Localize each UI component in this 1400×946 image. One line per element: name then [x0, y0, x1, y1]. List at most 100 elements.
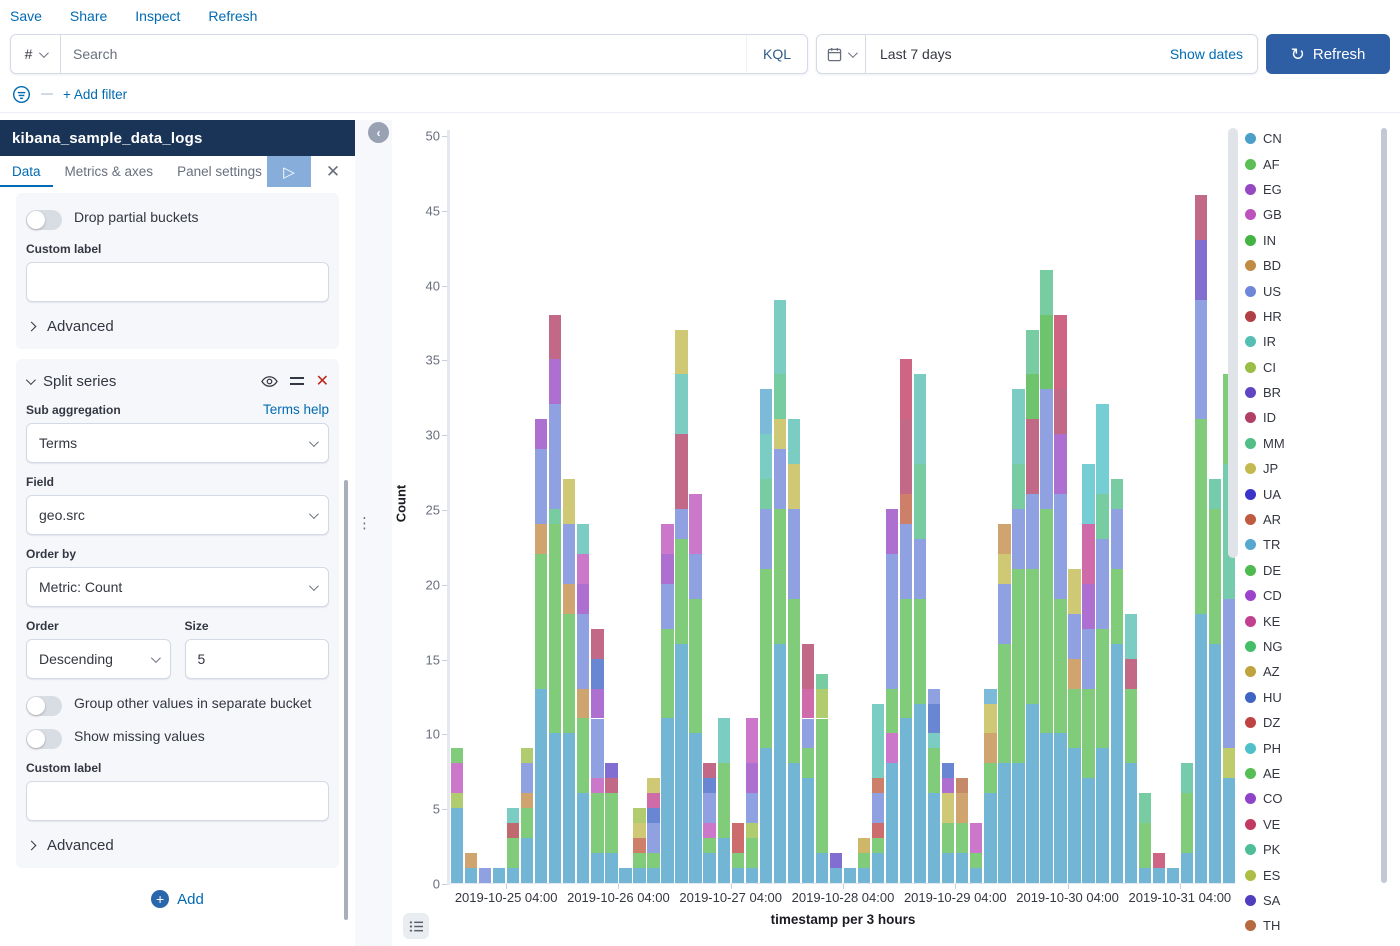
bar-segment-CN[interactable]	[914, 704, 926, 884]
bar-segment-US[interactable]	[591, 719, 603, 779]
bar-segment-CN[interactable]	[521, 838, 533, 883]
bar-segment-US[interactable]	[746, 793, 758, 823]
bar-segment-US[interactable]	[886, 554, 898, 689]
bar-segment-CN[interactable]	[774, 644, 786, 883]
bar-segment-CN[interactable]	[1167, 868, 1179, 883]
group-other-toggle[interactable]	[26, 696, 62, 716]
bar-segment-MM[interactable]	[1012, 464, 1024, 509]
bar-segment-CN[interactable]	[844, 868, 856, 883]
kql-button[interactable]: KQL	[746, 35, 807, 73]
bar-segment-CN[interactable]	[1040, 733, 1052, 883]
tab-panel-settings[interactable]: Panel settings	[165, 156, 274, 187]
bar-segment-CN[interactable]	[900, 718, 912, 883]
bar-segment-PK[interactable]	[1209, 479, 1221, 509]
bar-segment-IR[interactable]	[788, 419, 800, 464]
bar-segment-CN[interactable]	[816, 853, 828, 883]
bar-segment-AF[interactable]	[774, 509, 786, 644]
bar-segment-BR[interactable]	[830, 853, 842, 868]
bar-segment-GB[interactable]	[577, 554, 589, 584]
bar-segment-CN[interactable]	[1054, 733, 1066, 883]
bar-segment-ID[interactable]	[1195, 195, 1207, 240]
bar-segment-US[interactable]	[577, 614, 589, 689]
bar-segment-US[interactable]	[521, 763, 533, 793]
bar-segment-US[interactable]	[900, 524, 912, 599]
bar-segment-CN[interactable]	[661, 718, 673, 883]
tab-metrics-axes[interactable]: Metrics & axes	[53, 156, 166, 187]
bar-segment-HU[interactable]	[928, 704, 940, 734]
legend-item-IN[interactable]: IN	[1240, 228, 1400, 253]
bar-segment-AF[interactable]	[1012, 569, 1024, 764]
legend-item-AF[interactable]: AF	[1240, 151, 1400, 176]
bar-segment-CN[interactable]	[1223, 778, 1235, 883]
bar-segment-CN[interactable]	[1068, 748, 1080, 883]
bar-segment-US[interactable]	[703, 793, 715, 823]
bar-segment-ID[interactable]	[605, 778, 617, 793]
bar-segment-IN[interactable]	[1040, 315, 1052, 390]
bar-segment-AF[interactable]	[746, 838, 758, 868]
bar-segment-JP[interactable]	[998, 554, 1010, 584]
legend-item-AR[interactable]: AR	[1240, 507, 1400, 532]
bar-segment-US[interactable]	[1223, 599, 1235, 749]
advanced-accordion[interactable]: Advanced	[28, 318, 329, 335]
bar-segment-AF[interactable]	[872, 838, 884, 853]
legend-item-BR[interactable]: BR	[1240, 380, 1400, 405]
bar-segment-BD[interactable]	[577, 689, 589, 719]
bar-segment-AF[interactable]	[970, 853, 982, 868]
bar-segment-US[interactable]	[802, 719, 814, 749]
bar-segment-GB[interactable]	[703, 823, 715, 838]
bar-segment-IR[interactable]	[675, 374, 687, 434]
bar-segment-CI[interactable]	[816, 689, 828, 719]
legend-item-CO[interactable]: CO	[1240, 786, 1400, 811]
bar-segment-IR[interactable]	[928, 733, 940, 748]
bar-segment-CN[interactable]	[788, 763, 800, 883]
bar-segment-JP[interactable]	[788, 464, 800, 509]
legend-item-DZ[interactable]: DZ	[1240, 710, 1400, 735]
legend-item-US[interactable]: US	[1240, 278, 1400, 303]
bar-segment-BD[interactable]	[465, 853, 477, 868]
bar-segment-AF[interactable]	[633, 853, 645, 868]
bar-segment-HR[interactable]	[507, 823, 519, 838]
bar-segment-HU[interactable]	[703, 778, 715, 793]
bar-segment-DZ[interactable]	[732, 823, 744, 853]
bar-segment-AF[interactable]	[563, 614, 575, 734]
bar-segment-US[interactable]	[1082, 629, 1094, 689]
bar-segment-CN[interactable]	[1195, 614, 1207, 883]
legend-item-IR[interactable]: IR	[1240, 329, 1400, 354]
bar-segment-US[interactable]	[689, 554, 701, 599]
bar-segment-EG[interactable]	[549, 359, 561, 404]
bar-segment-US[interactable]	[1096, 539, 1108, 629]
bar-segment-US[interactable]	[1068, 614, 1080, 659]
bar-segment-CN[interactable]	[802, 778, 814, 883]
bar-segment-AF[interactable]	[577, 718, 589, 793]
bar-segment-BD[interactable]	[563, 584, 575, 614]
bar-segment-CN[interactable]	[998, 763, 1010, 883]
bar-segment-CN[interactable]	[928, 793, 940, 883]
bar-segment-US[interactable]	[914, 539, 926, 599]
bar-segment-IR[interactable]	[577, 524, 589, 554]
filter-type-dropdown[interactable]: #	[11, 35, 61, 73]
bar-segment-US[interactable]	[535, 449, 547, 524]
legend-item-KE[interactable]: KE	[1240, 608, 1400, 633]
legend-item-AE[interactable]: AE	[1240, 761, 1400, 786]
add-bucket-button[interactable]: + Add	[0, 878, 355, 922]
bar-segment-AF[interactable]	[647, 853, 659, 868]
bar-segment-VE[interactable]	[1054, 315, 1066, 390]
date-range-value[interactable]: Last 7 days	[866, 46, 1170, 62]
bar-segment-AR[interactable]	[633, 838, 645, 853]
bar-segment-CN[interactable]	[1209, 644, 1221, 883]
bar-segment-AF[interactable]	[900, 599, 912, 719]
bar-segment-KE[interactable]	[1082, 524, 1094, 584]
bar-segment-HU[interactable]	[942, 763, 954, 778]
show-dates-button[interactable]: Show dates	[1170, 46, 1257, 62]
bar-segment-CN[interactable]	[633, 868, 645, 883]
bar-segment-EG[interactable]	[886, 509, 898, 554]
bar-segment-AF[interactable]	[984, 763, 996, 793]
field-select[interactable]: geo.src	[26, 495, 329, 535]
bar-segment-JP[interactable]	[984, 704, 996, 734]
bar-segment-AF[interactable]	[956, 823, 968, 853]
bar-segment-IR[interactable]	[872, 704, 884, 779]
bar-segment-IR[interactable]	[1125, 614, 1137, 659]
bar-segment-BR[interactable]	[1195, 240, 1207, 300]
bar-segment-AF[interactable]	[507, 838, 519, 868]
bar-segment-US[interactable]	[1111, 509, 1123, 569]
